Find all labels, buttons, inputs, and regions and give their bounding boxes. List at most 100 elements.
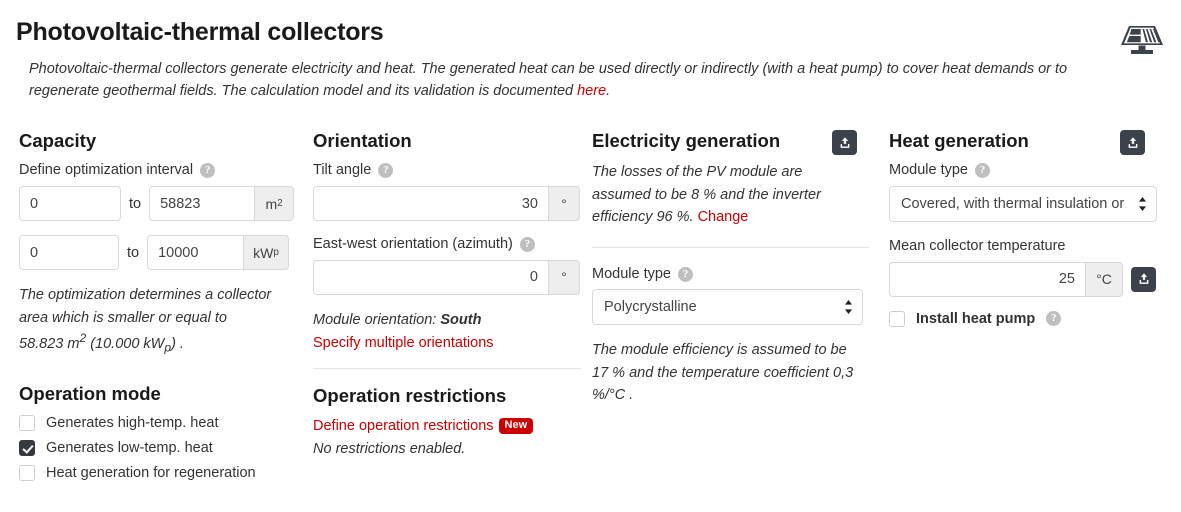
checkbox-heat-generation-for-regeneration[interactable]: Heat generation for regeneration xyxy=(19,464,288,481)
heat-generation-heading: Heat generation xyxy=(889,130,1029,151)
tilt-angle-input[interactable] xyxy=(313,186,548,222)
solar-panel-icon xyxy=(1120,20,1164,60)
capacity-note-line3a: 58.823 m xyxy=(19,335,80,352)
select-arrows-icon xyxy=(1139,197,1146,212)
change-losses-link[interactable]: Change xyxy=(698,209,749,225)
capacity-area-to-input[interactable] xyxy=(149,186,255,222)
capacity-power-unit-text: kW xyxy=(253,244,274,261)
mean-temp-group: °C xyxy=(889,261,1123,297)
electricity-divider xyxy=(592,246,869,248)
azimuth-row: ° xyxy=(313,259,580,295)
capacity-power-row: to kWp xyxy=(19,235,289,271)
mean-collector-temperature-input[interactable] xyxy=(889,261,1085,297)
heat-module-type-label: Module type ? xyxy=(889,161,1167,180)
orientation-column: Orientation Tilt angle ? ° East-west ori… xyxy=(302,130,592,490)
heat-module-type-select[interactable]: Covered, with thermal insulation or xyxy=(889,186,1157,223)
electricity-heading-row: Electricity generation xyxy=(592,130,875,161)
operation-restrictions-heading: Operation restrictions xyxy=(313,385,507,407)
azimuth-label: East-west orientation (azimuth) ? xyxy=(313,235,578,254)
tilt-angle-group: ° xyxy=(313,186,580,222)
checkbox-generates-high-temp-heat[interactable]: Generates high-temp. heat xyxy=(19,414,288,431)
capacity-heading: Capacity xyxy=(19,130,97,151)
export-icon-mean-temperature[interactable] xyxy=(1131,266,1156,292)
capacity-power-from-input[interactable] xyxy=(19,235,119,271)
page-title: Photovoltaic-thermal collectors xyxy=(16,18,384,46)
heat-module-type-label-text: Module type xyxy=(889,162,968,179)
restrictions-status: No restrictions enabled. xyxy=(313,440,466,457)
module-orientation-value: South xyxy=(440,311,482,328)
checkbox-box[interactable] xyxy=(19,439,35,456)
checkbox-generates-low-temp-heat[interactable]: Generates low-temp. heat xyxy=(19,439,288,456)
help-icon[interactable]: ? xyxy=(519,236,535,252)
pv-losses-note: The losses of the PV module are assumed … xyxy=(592,161,846,228)
help-icon[interactable]: ? xyxy=(678,266,693,282)
tilt-angle-unit: ° xyxy=(548,186,580,222)
electricity-generation-column: Electricity generation The losses of the… xyxy=(592,130,889,490)
optimization-interval-label-text: Define optimization interval xyxy=(19,162,194,179)
define-operation-restrictions-row: Define operation restrictions New xyxy=(313,417,578,435)
specify-multiple-orientations-link[interactable]: Specify multiple orientations xyxy=(313,335,578,351)
capacity-power-to-input[interactable] xyxy=(147,235,244,271)
orientation-divider xyxy=(313,368,581,370)
mean-collector-temperature-row: °C xyxy=(889,261,1167,297)
checkbox-label: Generates low-temp. heat xyxy=(46,439,213,456)
mean-collector-temperature-unit: °C xyxy=(1085,261,1123,297)
select-arrows-icon xyxy=(845,300,852,315)
azimuth-label-text: East-west orientation (azimuth) xyxy=(313,236,513,253)
new-badge: New xyxy=(498,417,534,434)
optimization-interval-label: Define optimization interval ? xyxy=(19,161,288,180)
help-icon[interactable]: ? xyxy=(975,163,990,179)
page-description: Photovoltaic-thermal collectors generate… xyxy=(29,59,1089,103)
capacity-area-row: to m2 xyxy=(19,186,295,222)
electricity-module-type-label: Module type ? xyxy=(592,265,875,284)
capacity-area-to-label: to xyxy=(129,195,142,212)
azimuth-unit: ° xyxy=(548,259,580,295)
capacity-power-to-group: kWp xyxy=(147,235,289,271)
export-icon-electricity[interactable] xyxy=(832,130,857,155)
checkbox-box[interactable] xyxy=(19,414,35,431)
capacity-note-line2: area which is smaller or equal to xyxy=(19,309,227,326)
page-description-text-part2: . xyxy=(606,82,611,99)
module-orientation-text: Module orientation: South xyxy=(313,309,578,331)
help-icon[interactable]: ? xyxy=(378,163,394,179)
electricity-module-type-label-text: Module type xyxy=(592,265,671,282)
heat-generation-column: Heat generation Module type ? Covered, w… xyxy=(889,130,1181,490)
capacity-power-unit: kW p xyxy=(243,235,289,271)
tilt-angle-row: ° xyxy=(313,186,580,222)
capacity-note-line3b: (10.000 kW xyxy=(86,335,165,352)
module-efficiency-note: The module efficiency is assumed to be 1… xyxy=(592,342,854,404)
page-description-text-part1: Photovoltaic-thermal collectors generate… xyxy=(29,60,1068,99)
capacity-note: The optimization determines a collector … xyxy=(19,284,288,357)
export-icon-heat[interactable] xyxy=(1120,130,1145,155)
capacity-area-from-input[interactable] xyxy=(19,186,121,222)
checkbox-box[interactable] xyxy=(889,310,905,327)
page-header: Photovoltaic-thermal collectors Photovol… xyxy=(0,0,1181,102)
checkbox-install-heat-pump[interactable]: Install heat pump ? xyxy=(889,310,1167,327)
define-operation-restrictions-link[interactable]: Define operation restrictions xyxy=(313,418,494,434)
capacity-column: Capacity Define optimization interval ? … xyxy=(0,130,302,490)
azimuth-input[interactable] xyxy=(313,259,548,295)
capacity-area-unit-sup: 2 xyxy=(277,198,283,210)
tilt-angle-label-text: Tilt angle xyxy=(313,162,372,179)
electricity-generation-heading: Electricity generation xyxy=(592,130,781,151)
settings-columns: Capacity Define optimization interval ? … xyxy=(0,130,1181,490)
checkbox-label: Generates high-temp. heat xyxy=(46,414,219,431)
capacity-power-unit-sub: p xyxy=(273,247,279,259)
help-icon[interactable]: ? xyxy=(1046,311,1062,327)
capacity-area-unit: m2 xyxy=(254,186,295,222)
checkbox-label: Heat generation for regeneration xyxy=(46,464,256,481)
checkbox-label: Install heat pump xyxy=(916,310,1036,327)
module-orientation-prefix: Module orientation: xyxy=(313,311,441,328)
documentation-here-link[interactable]: here xyxy=(577,83,606,99)
tilt-angle-label: Tilt angle ? xyxy=(313,161,578,180)
help-icon[interactable]: ? xyxy=(200,163,216,179)
checkbox-box[interactable] xyxy=(19,464,35,481)
capacity-area-unit-text: m xyxy=(265,195,278,212)
heat-module-type-value: Covered, with thermal insulation or xyxy=(901,196,1125,213)
electricity-module-type-select[interactable]: Polycrystalline xyxy=(592,289,863,326)
capacity-power-to-label: to xyxy=(127,244,140,261)
heat-heading-row: Heat generation xyxy=(889,130,1167,161)
capacity-note-line3c: ) . xyxy=(171,335,184,352)
orientation-heading: Orientation xyxy=(313,130,412,151)
capacity-note-line1: The optimization determines a collector xyxy=(19,287,272,304)
